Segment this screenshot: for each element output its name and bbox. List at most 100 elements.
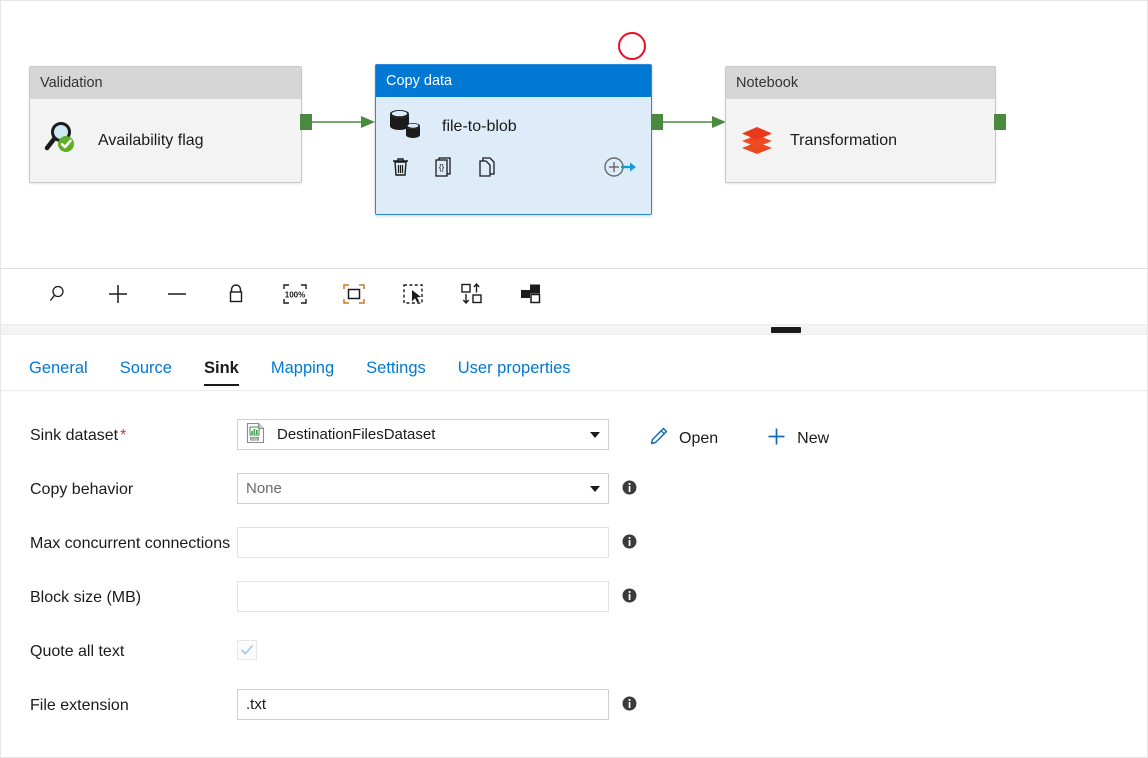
node-type-label: Validation — [30, 67, 301, 99]
svg-text:100%: 100% — [284, 291, 304, 300]
tab-settings[interactable]: Settings — [350, 359, 442, 390]
tab-label: General — [29, 359, 88, 377]
horizontal-scrollbar-thumb[interactable] — [771, 327, 801, 333]
max-concurrent-connections-input[interactable] — [237, 527, 609, 558]
code-braces-icon[interactable]: {} — [433, 156, 454, 183]
zoom-to-hundred-button[interactable]: 100% — [265, 276, 324, 318]
tab-label: Mapping — [270, 359, 335, 377]
sink-dataset-dropdown[interactable]: CSV DestinationFilesDataset — [237, 419, 609, 450]
connector-validation-to-copy — [311, 116, 375, 128]
form-row-sink-dataset: Sink dataset * CSV DestinationFilesDatas… — [1, 419, 1147, 463]
node-output-port[interactable] — [994, 114, 1006, 130]
tab-label: Sink — [203, 359, 239, 377]
canvas-toolbar: 100% — [1, 269, 1147, 325]
max-concurrent-connections-control — [237, 527, 609, 558]
node-action-bar: {} — [376, 156, 651, 183]
pipeline-node-copy-data[interactable]: Copy data file-to-blob {} — [375, 64, 652, 215]
copy-behavior-label: Copy behavior — [1, 473, 237, 500]
form-row-quote-all-text: Quote all text — [1, 635, 1147, 679]
block-size-input[interactable] — [237, 581, 609, 612]
input-value: .txt — [246, 696, 267, 713]
label-text: Sink dataset — [30, 427, 119, 444]
required-asterisk: * — [120, 427, 127, 444]
databricks-layers-icon — [738, 120, 776, 161]
group-layout-button[interactable] — [501, 276, 560, 318]
chevron-down-icon[interactable] — [590, 485, 600, 492]
info-icon[interactable] — [622, 480, 637, 500]
node-type-label: Notebook — [726, 67, 995, 99]
node-type-label: Copy data — [376, 65, 651, 97]
block-size-label: Block size (MB) — [1, 581, 237, 608]
search-button[interactable] — [29, 276, 88, 318]
svg-text:{}: {} — [439, 163, 445, 172]
info-icon[interactable] — [622, 696, 637, 716]
max-concurrent-connections-label: Max concurrent connections — [1, 527, 237, 554]
pencil-icon — [648, 426, 669, 452]
plus-icon — [766, 426, 787, 452]
pipeline-canvas[interactable]: Validation Availability flag Copy data f… — [1, 1, 1147, 269]
horizontal-scrollbar-track[interactable] — [1, 325, 1147, 335]
node-type-text: Notebook — [736, 75, 799, 91]
copy-behavior-control: None — [237, 473, 609, 504]
sink-dataset-label: Sink dataset * — [1, 419, 237, 446]
copy-data-database-icon — [388, 107, 428, 146]
minus-icon — [165, 282, 189, 311]
info-icon[interactable] — [622, 588, 637, 608]
tab-general[interactable]: General — [29, 359, 104, 390]
info-icon[interactable] — [622, 534, 637, 554]
new-dataset-button[interactable]: New — [756, 422, 839, 456]
auto-align-button[interactable] — [442, 276, 501, 318]
lock-canvas-button[interactable] — [206, 276, 265, 318]
tab-label: Settings — [366, 359, 426, 377]
label-text: Copy behavior — [30, 481, 134, 498]
select-mode-button[interactable] — [383, 276, 442, 318]
tab-user-properties[interactable]: User properties — [442, 359, 587, 390]
svg-text:CSV: CSV — [251, 437, 257, 441]
file-extension-input[interactable]: .txt — [237, 689, 609, 720]
chevron-down-icon[interactable] — [590, 431, 600, 438]
zoom-in-button[interactable] — [88, 276, 147, 318]
file-extension-control: .txt — [237, 689, 609, 720]
node-body: Transformation — [726, 99, 995, 182]
tab-mapping[interactable]: Mapping — [255, 359, 350, 390]
zoom-100-percent-icon: 100% — [282, 282, 308, 311]
connector-copy-to-notebook — [662, 116, 726, 128]
red-highlight-circle-annotation — [618, 32, 646, 60]
sink-dataset-control: CSV DestinationFilesDataset — [237, 419, 609, 450]
tab-label: User properties — [457, 359, 571, 377]
pipeline-node-validation[interactable]: Validation Availability flag — [29, 66, 302, 183]
node-name-label: file-to-blob — [442, 117, 517, 135]
add-output-icon[interactable] — [603, 156, 637, 183]
magnifier-check-icon — [42, 117, 84, 164]
quote-all-text-label: Quote all text — [1, 635, 237, 662]
node-body: Availability flag — [30, 99, 301, 182]
node-body: file-to-blob — [376, 97, 651, 146]
fit-to-screen-icon — [342, 282, 366, 311]
tab-sink[interactable]: Sink — [188, 359, 255, 390]
delete-icon[interactable] — [390, 156, 411, 183]
label-text: File extension — [30, 697, 129, 714]
csv-dataset-icon: CSV — [246, 422, 265, 448]
open-dataset-button[interactable]: Open — [638, 422, 728, 456]
quote-all-text-checkbox[interactable] — [237, 640, 257, 660]
block-size-control — [237, 581, 609, 612]
new-label: New — [797, 430, 830, 447]
node-name-label: Transformation — [790, 131, 897, 149]
clone-icon[interactable] — [476, 156, 497, 183]
activity-configuration-page: Validation Availability flag Copy data f… — [0, 0, 1148, 758]
label-text: Quote all text — [30, 643, 125, 660]
form-row-block-size: Block size (MB) — [1, 581, 1147, 625]
copy-behavior-dropdown[interactable]: None — [237, 473, 609, 504]
pipeline-node-notebook[interactable]: Notebook Transformation — [725, 66, 996, 183]
tab-source[interactable]: Source — [104, 359, 188, 390]
form-row-file-extension: File extension .txt — [1, 689, 1147, 733]
select-cursor-icon — [401, 282, 425, 311]
fit-to-screen-button[interactable] — [324, 276, 383, 318]
plus-icon — [106, 282, 130, 311]
tab-label: Source — [119, 359, 172, 377]
properties-tab-bar: General Source Sink Mapping Settings Use… — [1, 335, 1147, 391]
node-type-text: Validation — [40, 75, 103, 91]
zoom-out-button[interactable] — [147, 276, 206, 318]
sink-dataset-value: DestinationFilesDataset — [277, 426, 436, 443]
copy-behavior-value: None — [246, 480, 282, 497]
